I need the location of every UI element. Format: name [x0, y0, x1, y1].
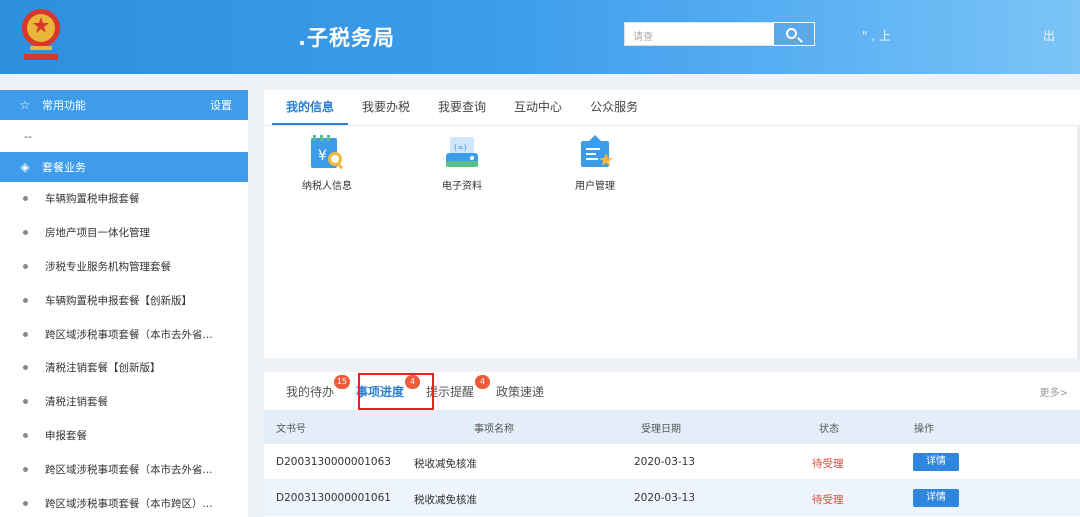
package-label: 套餐业务 — [42, 161, 86, 174]
tab-my-info[interactable]: 我的信息 — [272, 98, 349, 125]
item-name-cell: 税收减免核准 — [414, 458, 477, 470]
favorites-empty: -- — [24, 129, 32, 143]
sidebar-item-label: 跨区域涉税事项套餐（本市去外省... — [45, 328, 213, 341]
svg-text:¥: ¥ — [318, 148, 327, 164]
tab-tax-handling[interactable]: 我要办税 — [348, 98, 424, 125]
date-cell: 2020-03-13 — [634, 492, 696, 504]
col-status: 状态 — [819, 424, 839, 435]
tab-my-todo[interactable]: 我的待办 15 — [286, 374, 351, 400]
date-cell: 2020-03-13 — [634, 456, 696, 468]
col-item-name: 事项名称 — [474, 424, 514, 435]
sidebar-item[interactable]: 涉税专业服务机构管理套餐 — [0, 250, 248, 284]
sidebar-item[interactable]: 跨区域涉税事项套餐（本市去外省... — [0, 452, 248, 486]
app-label: 纳税人信息 — [302, 181, 352, 192]
table-header: 文书号 事项名称 受理日期 状态 操作 — [264, 410, 1080, 444]
sidebar-item[interactable]: 跨区域涉税事项套餐（本市跨区）... — [0, 486, 248, 517]
search-input[interactable]: 请查 — [624, 22, 774, 46]
sidebar-item-label: 清税注销套餐【创新版】 — [45, 362, 161, 375]
electronic-data-icon: (∞) — [442, 135, 482, 171]
app-electronic-data[interactable]: (∞) 电子资料 — [417, 135, 507, 192]
my-info-panel: 我的信息 我要办税 我要查询 互动中心 公众服务 ¥ 纳税人信息 (∞) 电子资… — [264, 90, 1080, 358]
tab-label: 我的待办 — [286, 384, 335, 399]
sidebar: ☆ 常用功能 设置 -- ◈ 套餐业务 车辆购置税申报套餐 房地产项目一体化管理… — [0, 90, 248, 517]
tab-policy[interactable]: 政策速递 — [496, 383, 544, 400]
bullet-icon — [23, 331, 28, 337]
page-title: .子税务局 — [298, 26, 395, 50]
sidebar-item[interactable]: 清税注销套餐 — [0, 385, 248, 419]
top-header: .子税务局 请查 " , 上 出 — [0, 0, 1080, 74]
table-row: D2003130000001063 税收减免核准 2020-03-13 待受理 … — [264, 444, 1080, 480]
svg-text:(∞): (∞) — [454, 143, 467, 152]
package-header[interactable]: ◈ 套餐业务 — [0, 152, 248, 182]
tasks-panel: 我的待办 15 事项进度 4 提示提醒 4 政策速递 更多> 文书号 事项名称 … — [264, 372, 1080, 517]
table-row: D2003130000001061 税收减免核准 2020-03-13 待受理 … — [264, 480, 1080, 516]
bullet-icon — [23, 230, 28, 236]
favorites-label: 常用功能 — [42, 99, 86, 112]
user-management-icon — [575, 135, 615, 171]
logout-link[interactable]: 出 — [1043, 27, 1055, 44]
bullet-icon — [23, 297, 28, 303]
app-grid: ¥ 纳税人信息 (∞) 电子资料 用户管理 — [264, 135, 864, 205]
sidebar-item-label: 跨区域涉税事项套餐（本市跨区）... — [45, 497, 213, 510]
app-user-management[interactable]: 用户管理 — [550, 135, 640, 192]
sidebar-item[interactable]: 申报套餐 — [0, 419, 248, 453]
bullet-icon — [23, 466, 28, 472]
bullet-icon — [23, 365, 28, 371]
app-taxpayer-info[interactable]: ¥ 纳税人信息 — [282, 135, 372, 192]
search-button[interactable] — [773, 22, 815, 46]
status-cell: 待受理 — [812, 494, 844, 506]
highlight-annotation-box — [358, 373, 434, 410]
sidebar-item-label: 车辆购置税申报套餐 — [45, 193, 140, 206]
national-emblem-logo — [20, 6, 62, 62]
doc-no-cell: D2003130000001063 — [276, 456, 391, 468]
tab-interaction[interactable]: 互动中心 — [500, 98, 576, 125]
layers-icon: ◈ — [20, 160, 30, 174]
sidebar-item-label: 车辆购置税申报套餐【创新版】 — [45, 294, 192, 307]
status-cell: 待受理 — [812, 458, 844, 470]
app-label: 电子资料 — [442, 181, 482, 192]
bullet-icon — [23, 263, 28, 269]
item-name-cell: 税收减免核准 — [414, 494, 477, 506]
sidebar-item-label: 申报套餐 — [45, 429, 87, 442]
tab-query[interactable]: 我要查询 — [424, 98, 500, 125]
tab-label: 政策速递 — [496, 384, 545, 399]
taxpayer-info-icon: ¥ — [307, 135, 347, 171]
star-icon: ☆ — [19, 98, 31, 112]
search-icon — [786, 28, 797, 39]
sidebar-item[interactable]: 跨区域涉税事项套餐（本市去外省... — [0, 317, 248, 351]
settings-link[interactable]: 设置 — [210, 97, 232, 113]
sidebar-item[interactable]: 车辆购置税申报套餐 — [0, 182, 248, 216]
bullet-icon — [23, 500, 28, 506]
sidebar-item[interactable]: 车辆购置税申报套餐【创新版】 — [0, 283, 248, 317]
bottom-tabs: 我的待办 15 事项进度 4 提示提醒 4 政策速递 更多> — [264, 372, 1080, 410]
doc-no-cell: D2003130000001061 — [276, 492, 391, 504]
more-link[interactable]: 更多> — [1040, 384, 1068, 399]
col-doc-no: 文书号 — [276, 424, 306, 435]
todo-count-badge: 15 — [333, 374, 351, 389]
tab-public-service[interactable]: 公众服务 — [576, 98, 652, 125]
reminder-count-badge: 4 — [475, 374, 491, 389]
app-label: 用户管理 — [575, 181, 615, 192]
bullet-icon — [23, 399, 28, 405]
sidebar-item[interactable]: 房地产项目一体化管理 — [0, 216, 248, 250]
sidebar-item-label: 涉税专业服务机构管理套餐 — [45, 260, 171, 273]
detail-button[interactable]: 详情 — [913, 453, 959, 471]
col-operation: 操作 — [914, 424, 934, 435]
sidebar-item-label: 清税注销套餐 — [45, 396, 108, 409]
detail-button[interactable]: 详情 — [913, 489, 959, 507]
bullet-icon — [23, 196, 28, 202]
bullet-icon — [23, 432, 28, 438]
sidebar-item[interactable]: 清税注销套餐【创新版】 — [0, 351, 248, 385]
user-info[interactable]: " , 上 — [862, 27, 891, 44]
sidebar-item-label: 跨区域涉税事项套餐（本市去外省... — [45, 463, 213, 476]
favorites-header[interactable]: ☆ 常用功能 设置 — [0, 90, 248, 120]
col-accept-date: 受理日期 — [641, 424, 681, 435]
main-tabs: 我的信息 我要办税 我要查询 互动中心 公众服务 — [264, 90, 1080, 126]
sidebar-item-label: 房地产项目一体化管理 — [45, 227, 150, 240]
